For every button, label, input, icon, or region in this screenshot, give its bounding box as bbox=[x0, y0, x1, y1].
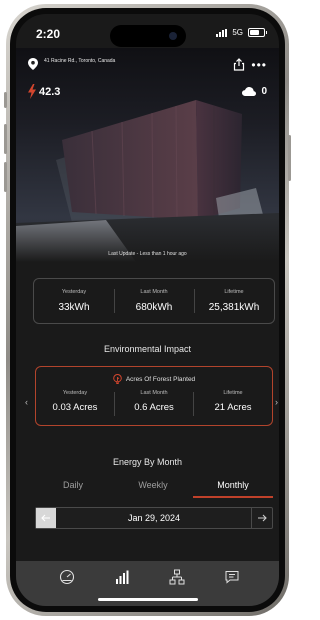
power-value: 42.3 bbox=[39, 85, 61, 98]
impact-header: Acres Of Forest Planted bbox=[36, 374, 272, 384]
tab-weekly[interactable]: Weekly bbox=[113, 480, 193, 490]
stat-last-month: Last Month 680kWh bbox=[114, 279, 194, 323]
stat-value: 33kWh bbox=[58, 302, 90, 313]
stat-label: Lifetime bbox=[224, 289, 244, 295]
tab-daily[interactable]: Daily bbox=[33, 480, 113, 490]
status-indicators: 5G bbox=[216, 28, 267, 37]
stat-lifetime: Lifetime 25,381kWh bbox=[194, 279, 274, 323]
next-date-button[interactable] bbox=[251, 508, 272, 528]
carousel-prev-icon[interactable]: ‹ bbox=[25, 397, 28, 407]
battery-icon bbox=[248, 28, 267, 37]
volume-up-button bbox=[4, 124, 7, 154]
stat-label: Last Month bbox=[140, 289, 168, 295]
previous-date-button[interactable] bbox=[36, 508, 56, 528]
stat-value: 680kWh bbox=[135, 302, 173, 313]
arrow-right-icon bbox=[258, 514, 267, 522]
status-time: 2:20 bbox=[36, 27, 61, 41]
impact-last-month: Last Month 0.6 Acres bbox=[115, 390, 193, 413]
network-label: 5G bbox=[232, 28, 243, 37]
weather-indicator: 0 bbox=[242, 86, 267, 97]
power-button bbox=[288, 135, 291, 181]
environmental-impact-card: Acres Of Forest Planted Yesterday 0.03 A… bbox=[35, 366, 273, 426]
home-indicator[interactable] bbox=[98, 598, 198, 601]
location-row[interactable]: 41 Racine Rd., Toronto, Canada bbox=[28, 58, 124, 70]
location-pin-icon bbox=[28, 58, 38, 70]
more-icon[interactable]: ••• bbox=[251, 59, 267, 71]
cloud-icon bbox=[242, 87, 257, 96]
date-selector: Jan 29, 2024 bbox=[35, 507, 273, 529]
energy-stats-card: Yesterday 33kWh Last Month 680kWh Lifeti… bbox=[33, 278, 275, 324]
signal-icon bbox=[216, 28, 228, 37]
last-update-text: Last Update - Less than 1 hour ago bbox=[108, 251, 187, 257]
lightning-bolt-icon bbox=[28, 84, 36, 99]
power-output: 42.3 bbox=[28, 84, 60, 99]
period-tabs: Daily Weekly Monthly bbox=[33, 480, 273, 498]
carousel-next-icon[interactable]: › bbox=[275, 397, 278, 407]
energy-by-month-title: Energy By Month bbox=[112, 457, 183, 467]
hero-image: 41 Racine Rd., Toronto, Canada ••• 42.3 … bbox=[16, 48, 279, 262]
front-camera bbox=[169, 32, 177, 40]
message-icon[interactable] bbox=[224, 569, 240, 585]
impact-value: 21 Acres bbox=[214, 402, 252, 413]
impact-value: 0.03 Acres bbox=[52, 402, 98, 413]
tab-monthly[interactable]: Monthly bbox=[193, 480, 273, 490]
impact-label: Last Month bbox=[140, 390, 168, 396]
site-address: 41 Racine Rd., Toronto, Canada bbox=[44, 58, 116, 64]
dashboard-gauge-icon[interactable] bbox=[59, 569, 75, 585]
active-tab-indicator bbox=[193, 496, 273, 498]
volume-down-button bbox=[4, 162, 7, 192]
hierarchy-icon[interactable] bbox=[169, 569, 185, 585]
impact-card-title: Acres Of Forest Planted bbox=[125, 375, 196, 383]
impact-label: Yesterday bbox=[62, 390, 88, 396]
stat-yesterday: Yesterday 33kWh bbox=[34, 279, 114, 323]
building-photo bbox=[16, 48, 279, 262]
environmental-impact-title: Environmental Impact bbox=[103, 344, 192, 354]
status-bar: 2:20 5G bbox=[16, 14, 279, 48]
dynamic-island bbox=[110, 25, 186, 47]
weather-value: 0 bbox=[261, 86, 267, 97]
share-icon[interactable] bbox=[233, 58, 245, 71]
impact-yesterday: Yesterday 0.03 Acres bbox=[36, 390, 114, 413]
silent-switch bbox=[4, 92, 7, 108]
impact-value: 0.6 Acres bbox=[134, 402, 174, 413]
selected-date[interactable]: Jan 29, 2024 bbox=[56, 513, 252, 523]
tree-icon bbox=[113, 374, 122, 384]
arrow-left-icon bbox=[41, 514, 50, 522]
bar-chart-icon[interactable] bbox=[114, 569, 130, 585]
stat-label: Yesterday bbox=[61, 289, 87, 295]
impact-lifetime: Lifetime 21 Acres bbox=[194, 390, 272, 413]
stat-value: 25,381kWh bbox=[208, 302, 260, 313]
app-screen: 2:20 5G 41 Racine Rd., Toronto, Canada •… bbox=[16, 14, 279, 606]
impact-label: Lifetime bbox=[223, 390, 243, 396]
